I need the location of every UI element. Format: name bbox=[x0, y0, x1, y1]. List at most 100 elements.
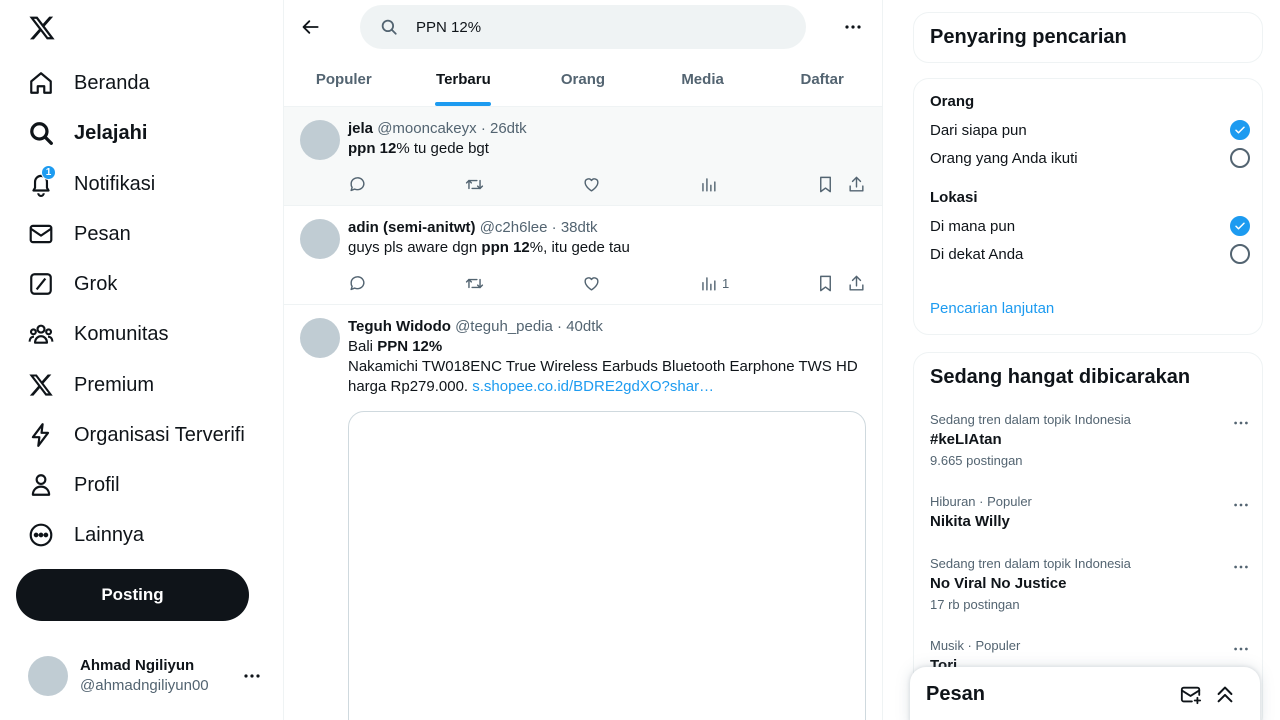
radio-checked[interactable] bbox=[1230, 216, 1250, 236]
views-button[interactable]: 1 bbox=[699, 274, 729, 293]
tweet-text: Bali PPN 12% Nakamichi TW018ENC True Wir… bbox=[348, 337, 866, 397]
post-button[interactable]: Posting bbox=[16, 569, 249, 621]
trend-count: 17 rb postingan bbox=[930, 597, 1020, 612]
tab-media[interactable]: Media bbox=[643, 53, 763, 106]
reply-button[interactable] bbox=[348, 274, 367, 293]
trend-category: Hiburan · Populer bbox=[930, 494, 1032, 509]
bookmark-button[interactable] bbox=[816, 274, 835, 293]
search-input[interactable] bbox=[416, 18, 776, 36]
tweet-separator: · bbox=[557, 318, 563, 335]
trend-item[interactable]: Hiburan · Populer Nikita Willy bbox=[930, 494, 1250, 532]
trend-item[interactable]: Sedang tren dalam topik Indonesia No Vir… bbox=[930, 556, 1250, 613]
left-sidebar: Beranda Jelajahi 1 Notifikasi Pesan Grok… bbox=[0, 0, 284, 720]
tweet-author-handle[interactable]: @teguh_pedia bbox=[455, 318, 553, 335]
tweet-separator: · bbox=[551, 219, 557, 236]
trends-title: Sedang hangat dibicarakan bbox=[930, 366, 1191, 388]
repost-button[interactable] bbox=[465, 175, 484, 194]
sidebar-item-label: Grok bbox=[74, 272, 118, 295]
messages-drawer-title: Pesan bbox=[926, 683, 985, 705]
tweet-time[interactable]: 26dtk bbox=[490, 120, 527, 137]
sidebar-item-label: Jelajahi bbox=[74, 121, 148, 144]
tweet[interactable]: jela @mooncakeyx · 26dtk ppn 12% tu gede… bbox=[284, 107, 882, 206]
like-button[interactable] bbox=[582, 274, 601, 293]
more-options-button[interactable] bbox=[843, 17, 863, 37]
tab-label: Daftar bbox=[800, 71, 844, 88]
sidebar-item-komunitas[interactable]: Komunitas bbox=[16, 309, 181, 359]
filter-option-from-anyone[interactable]: Dari siapa pun bbox=[930, 120, 1250, 140]
sidebar-item-grok[interactable]: Grok bbox=[16, 259, 129, 309]
repost-button[interactable] bbox=[465, 274, 484, 293]
tab-populer[interactable]: Populer bbox=[284, 53, 404, 106]
share-button[interactable] bbox=[847, 274, 866, 293]
filter-option-label: Di dekat Anda bbox=[930, 245, 1024, 263]
tab-orang[interactable]: Orang bbox=[523, 53, 643, 106]
sidebar-item-notifikasi[interactable]: 1 Notifikasi bbox=[16, 159, 167, 209]
lightning-icon bbox=[28, 422, 54, 448]
tweet-author-handle[interactable]: @c2h6lee bbox=[480, 219, 548, 236]
tweet-text-bold: % bbox=[428, 338, 443, 355]
share-icon bbox=[847, 274, 866, 293]
tab-label: Populer bbox=[315, 71, 372, 88]
tweet-author-name[interactable]: jela bbox=[348, 120, 373, 137]
sidebar-item-premium[interactable]: Premium bbox=[16, 360, 166, 410]
more-horizontal-icon[interactable] bbox=[1232, 558, 1250, 576]
more-horizontal-icon[interactable] bbox=[1232, 414, 1250, 432]
more-horizontal-icon[interactable] bbox=[1232, 640, 1250, 658]
tweet-author-name[interactable]: adin (semi-anitwt) bbox=[348, 219, 476, 236]
search-box[interactable] bbox=[360, 5, 806, 49]
avatar[interactable] bbox=[300, 219, 340, 259]
new-message-icon[interactable] bbox=[1180, 684, 1202, 706]
account-switcher[interactable]: Ahmad Ngiliyun @ahmadngiliyun00 bbox=[16, 644, 272, 708]
filter-option-label: Orang yang Anda ikuti bbox=[930, 149, 1078, 167]
avatar bbox=[28, 656, 68, 696]
back-button[interactable] bbox=[298, 14, 324, 40]
tab-terbaru[interactable]: Terbaru bbox=[404, 53, 524, 106]
radio-unchecked[interactable] bbox=[1230, 244, 1250, 264]
sidebar-item-label: Pesan bbox=[74, 222, 131, 245]
account-handle: @ahmadngiliyun00 bbox=[80, 677, 209, 694]
link-preview-card[interactable] bbox=[348, 411, 866, 720]
tweet-text-part: %, itu gede tau bbox=[529, 239, 630, 256]
more-circle-icon bbox=[28, 522, 54, 548]
bookmark-button[interactable] bbox=[816, 175, 835, 194]
tweet-author-handle[interactable]: @mooncakeyx bbox=[377, 120, 476, 137]
sidebar-item-label: Beranda bbox=[74, 71, 150, 94]
chevron-double-up-icon[interactable] bbox=[1214, 683, 1236, 705]
trend-item[interactable]: Sedang tren dalam topik Indonesia #keLIA… bbox=[930, 412, 1250, 469]
tweet-time[interactable]: 40dtk bbox=[566, 318, 603, 335]
tweet-link[interactable]: s.shopee.co.id/BDRE2gdXO?shar… bbox=[472, 378, 714, 395]
advanced-search-link[interactable]: Pencarian lanjutan bbox=[930, 300, 1054, 317]
tweet[interactable]: adin (semi-anitwt) @c2h6lee · 38dtk guys… bbox=[284, 206, 882, 305]
avatar[interactable] bbox=[300, 318, 340, 358]
tweet-time[interactable]: 38dtk bbox=[561, 219, 598, 236]
views-button[interactable] bbox=[699, 175, 722, 194]
tab-daftar[interactable]: Daftar bbox=[762, 53, 882, 106]
sidebar-item-organisasi[interactable]: Organisasi Terverifi bbox=[16, 410, 257, 460]
tweet-text-part: harga Rp279.000. bbox=[348, 378, 473, 395]
share-button[interactable] bbox=[847, 175, 866, 194]
sidebar-item-beranda[interactable]: Beranda bbox=[16, 58, 162, 108]
radio-unchecked[interactable] bbox=[1230, 148, 1250, 168]
bookmark-icon bbox=[816, 175, 835, 194]
avatar[interactable] bbox=[300, 120, 340, 160]
like-button[interactable] bbox=[582, 175, 601, 194]
tweet-author-name[interactable]: Teguh Widodo bbox=[348, 318, 451, 335]
sidebar-item-profil[interactable]: Profil bbox=[16, 460, 132, 510]
reply-button[interactable] bbox=[348, 175, 367, 194]
sidebar-item-label: Notifikasi bbox=[74, 172, 156, 195]
arrow-left-icon bbox=[302, 20, 319, 34]
filter-option-label: Di mana pun bbox=[930, 217, 1016, 235]
filter-option-people-you-follow[interactable]: Orang yang Anda ikuti bbox=[930, 148, 1250, 168]
more-horizontal-icon[interactable] bbox=[1232, 496, 1250, 514]
sidebar-item-pesan[interactable]: Pesan bbox=[16, 209, 143, 259]
x-logo-icon bbox=[28, 372, 54, 398]
sidebar-item-label: Premium bbox=[74, 373, 155, 396]
x-logo-icon[interactable] bbox=[28, 14, 56, 42]
messages-drawer[interactable]: Pesan bbox=[910, 667, 1260, 720]
radio-checked[interactable] bbox=[1230, 120, 1250, 140]
filter-option-anywhere[interactable]: Di mana pun bbox=[930, 216, 1250, 236]
tab-label: Terbaru bbox=[436, 71, 491, 88]
filter-option-near-you[interactable]: Di dekat Anda bbox=[930, 244, 1250, 264]
sidebar-item-lainnya[interactable]: Lainnya bbox=[16, 510, 156, 560]
sidebar-item-jelajahi[interactable]: Jelajahi bbox=[16, 108, 159, 158]
